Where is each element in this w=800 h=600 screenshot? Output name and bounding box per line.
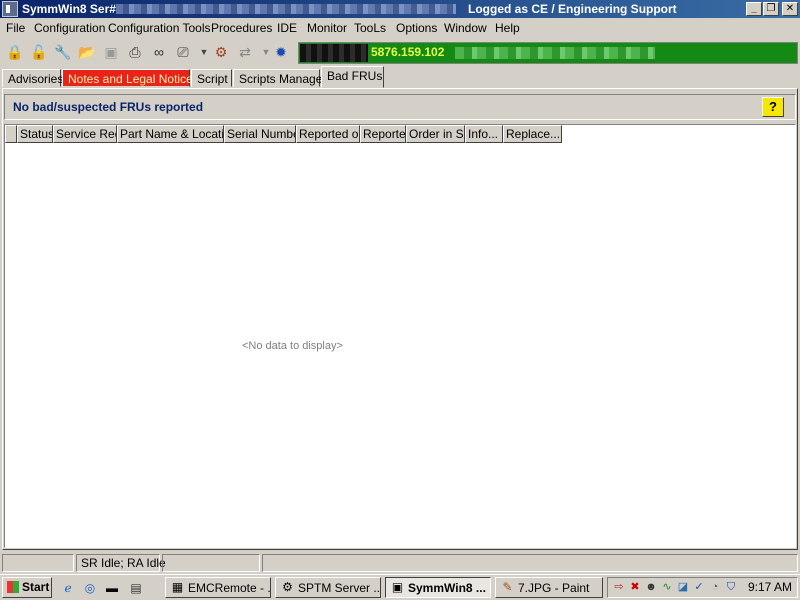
start-button[interactable]: Start <box>2 577 52 598</box>
plugin-icon[interactable]: ⚙ <box>212 43 230 61</box>
menu-options[interactable]: Options <box>396 21 437 35</box>
sptm-server-icon: ⚙ <box>282 580 293 594</box>
column-header-replace[interactable]: Replace... <box>503 125 562 143</box>
menu-ide[interactable]: IDE <box>277 21 297 35</box>
start-label: Start <box>22 580 50 594</box>
internet-explorer-icon[interactable]: ℯ <box>60 580 76 596</box>
printer-setup-icon[interactable]: ⎚ <box>174 43 192 61</box>
monitor-icon[interactable]: ∿ <box>660 580 674 595</box>
outlook-express-icon[interactable]: ◎ <box>82 580 98 596</box>
window-title: SymmWin8 Ser# <box>22 2 116 16</box>
check-icon[interactable]: ✓ <box>692 580 706 595</box>
tab-notes-legal[interactable]: Notes and Legal Notices <box>62 69 199 87</box>
login-status: Logged as CE / Engineering Support <box>468 2 677 16</box>
column-header-status[interactable]: Status <box>17 125 53 143</box>
status-pane-sr-ra: SR Idle; RA Idle <box>76 554 166 572</box>
clock: 9:17 AM <box>748 580 793 594</box>
menu-procedures[interactable]: Procedures <box>211 21 272 35</box>
show-desktop-icon[interactable]: ▤ <box>128 580 144 596</box>
menu-file[interactable]: File <box>6 21 25 35</box>
paint-icon: ✎ <box>502 580 513 594</box>
tab-bad-frus[interactable]: Bad FRUs <box>321 66 384 88</box>
task-label: SymmWin8 ... <box>408 581 486 595</box>
emcremote-icon: ▦ <box>171 580 184 594</box>
column-header-reported-on[interactable]: Reported on <box>296 125 360 143</box>
column-header-part-name[interactable]: Part Name & Location <box>117 125 224 143</box>
sync-icon[interactable]: ◔ <box>708 580 722 595</box>
command-prompt-icon[interactable]: ▬ <box>104 580 120 596</box>
lock-icon[interactable]: 🔒 <box>6 43 24 61</box>
redacted-host-name <box>455 47 655 59</box>
lock-open-icon[interactable]: 🔓 <box>30 43 48 61</box>
connect-icon[interactable]: ⇄ <box>236 43 254 61</box>
task-label: SPTM Server ... <box>298 581 381 595</box>
network-icon[interactable]: ⇨ <box>612 580 626 595</box>
agent-icon[interactable]: ☻ <box>644 580 658 595</box>
help-button[interactable]: ? <box>762 97 784 117</box>
row-selector-header <box>5 125 17 143</box>
redacted-host-label <box>300 44 368 62</box>
menu-configuration-tools[interactable]: Configuration Tools <box>108 21 211 35</box>
status-pane-1 <box>2 554 74 572</box>
menu-configuration[interactable]: Configuration <box>34 21 105 35</box>
app-icon[interactable] <box>2 1 18 17</box>
folder-open-icon[interactable]: 📂 <box>78 43 96 61</box>
symmwin-icon: ▣ <box>391 580 404 594</box>
status-icon[interactable]: ◪ <box>676 580 690 595</box>
binoculars-icon[interactable]: ∞ <box>150 43 168 61</box>
task-label: EMCRemote - ... <box>188 581 271 595</box>
dropdown-arrow-icon[interactable]: ▼ <box>195 43 213 61</box>
gear-icon[interactable]: ✹ <box>272 43 290 61</box>
menu-monitor[interactable]: Monitor <box>307 21 347 35</box>
save-icon[interactable]: ▣ <box>102 43 120 61</box>
column-header-service-req[interactable]: Service Req <box>53 125 117 143</box>
windows-logo-icon <box>7 581 19 593</box>
shield-icon[interactable]: ⛉ <box>724 580 738 595</box>
print-icon[interactable]: ⎙ <box>126 43 144 61</box>
status-pane-3 <box>162 554 260 572</box>
wrench-icon[interactable]: 🔧 <box>54 43 72 61</box>
column-header-info[interactable]: Info... <box>465 125 503 143</box>
column-header-serial-number[interactable]: Serial Number <box>224 125 296 143</box>
menu-window[interactable]: Window <box>444 21 487 35</box>
column-header-reporter[interactable]: Reporter <box>360 125 406 143</box>
tab-strip: Advisories Notes and Legal Notices Scrip… <box>0 66 800 88</box>
task-label: 7.JPG - Paint <box>518 581 590 595</box>
menu-tools[interactable]: TooLs <box>354 21 386 35</box>
menu-help[interactable]: Help <box>495 21 520 35</box>
tab-script[interactable]: Script <box>191 69 232 87</box>
panel-header-text: No bad/suspected FRUs reported <box>13 100 204 114</box>
status-pane-4 <box>262 554 798 572</box>
minimize-button[interactable]: _ <box>746 2 762 16</box>
task-symmwin8[interactable]: ▣ SymmWin8 ... <box>385 577 491 598</box>
task-sptm-server[interactable]: ⚙ SPTM Server ... <box>275 577 381 598</box>
task-paint[interactable]: ✎ 7.JPG - Paint <box>495 577 603 598</box>
task-emcremote[interactable]: ▦ EMCRemote - ... <box>165 577 271 598</box>
tab-scripts-manager[interactable]: Scripts Manager <box>233 69 326 87</box>
redacted-serial <box>116 4 456 14</box>
column-header-order-in-sr[interactable]: Order in SR <box>406 125 465 143</box>
close-button[interactable]: ✕ <box>782 2 798 16</box>
tab-advisories[interactable]: Advisories <box>2 69 63 87</box>
restore-button[interactable]: ❐ <box>763 2 779 16</box>
empty-grid-message: <No data to display> <box>242 340 343 352</box>
menu-bar: File Configuration Configuration Tools P… <box>0 18 800 38</box>
host-ip: 5876.159.102 <box>371 45 445 59</box>
fru-grid <box>4 124 796 548</box>
disconnected-icon[interactable]: ✖ <box>628 580 642 595</box>
